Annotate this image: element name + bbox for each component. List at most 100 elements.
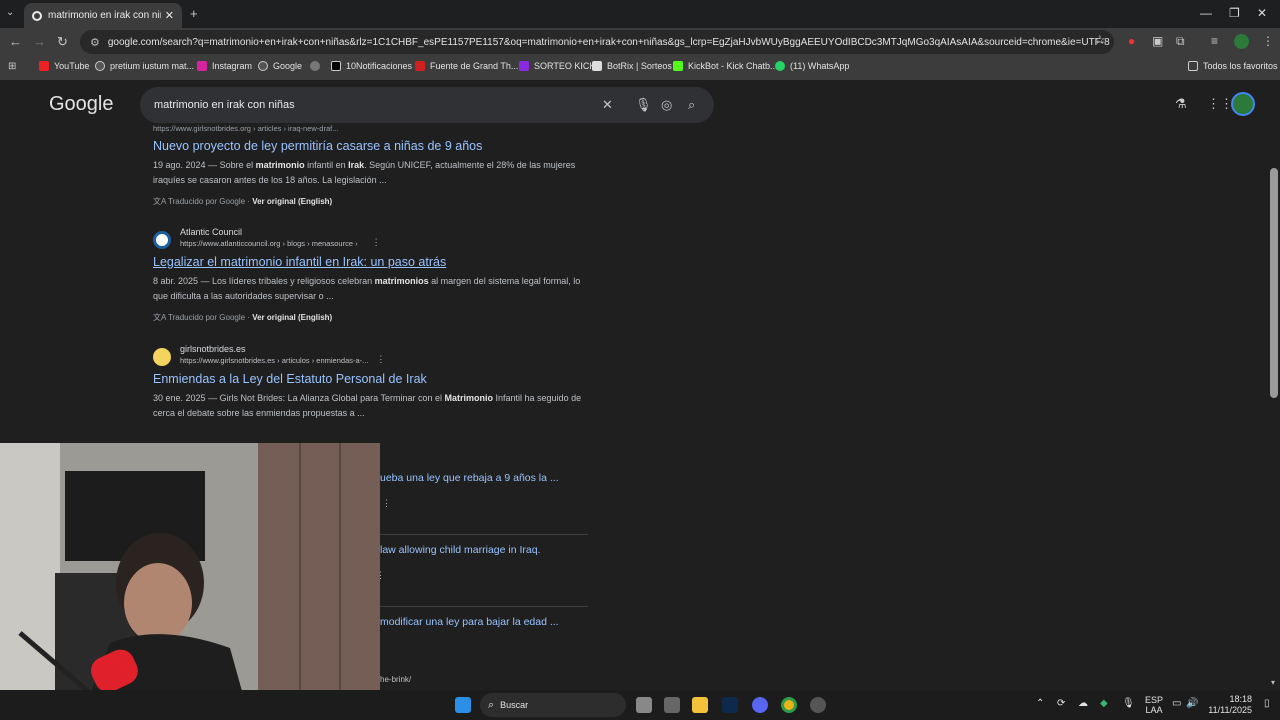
result-source[interactable]: girlsnotbrides.es https://www.girlsnotbr… [153, 344, 593, 366]
notifications-icon[interactable]: ▯ [1264, 698, 1270, 709]
discord-icon[interactable] [752, 697, 768, 713]
search-result: Atlantic Council https://www.atlanticcou… [153, 227, 593, 323]
url-text: google.com/search?q=matrimonio+en+irak+c… [107, 36, 1110, 48]
search-query: matrimonio en irak con niñas [154, 99, 295, 111]
result-url: he-brink/ [380, 675, 412, 684]
scrollbar[interactable] [1270, 168, 1278, 398]
girlsnotbrides-favicon-icon [153, 348, 171, 366]
result-source[interactable]: Atlantic Council https://www.atlanticcou… [153, 227, 593, 249]
translated-note: 文A Traducido por Google · Ver original (… [153, 313, 333, 322]
result-snippet: 19 ago. 2024 — Sobre el matrimonio infan… [153, 160, 576, 185]
result-url: https://www.girlsnotbrides.org › article… [153, 124, 339, 133]
tab-active[interactable]: matrimonio en irak con niñas · ✕ [24, 3, 182, 28]
forward-icon[interactable]: → [33, 34, 46, 49]
bookmarks-bar: ⊞ YouTube pretium iustum mat... Instagra… [0, 56, 1280, 80]
divider [380, 606, 588, 607]
bookmark-star-icon[interactable]: ☆ [1094, 32, 1106, 48]
close-window-icon[interactable]: ✕ [1257, 6, 1267, 20]
tab-search-icon[interactable]: ⌄ [6, 7, 14, 18]
search-icon: ⌕ [488, 698, 495, 711]
result-title-link[interactable]: modificar una ley para bajar la edad ... [380, 616, 559, 628]
more-options-icon[interactable]: ⋮ [382, 498, 391, 509]
restore-icon[interactable]: ❐ [1229, 6, 1240, 20]
atlantic-council-favicon-icon [153, 231, 171, 249]
tab-title: matrimonio en irak con niñas · [48, 10, 161, 21]
app-icon[interactable] [664, 697, 680, 713]
minimize-icon[interactable]: — [1200, 6, 1212, 20]
search-result: https://www.girlsnotbrides.org › article… [153, 122, 593, 207]
file-explorer-icon[interactable] [692, 697, 708, 713]
show-hidden-icons-icon[interactable]: ⌃ [1036, 698, 1044, 709]
photoshop-icon[interactable] [722, 697, 738, 713]
scroll-down-icon[interactable]: ▾ [1271, 678, 1275, 687]
bookmark-sorteo-kick[interactable]: SORTEO KICK [519, 61, 595, 71]
result-title-link[interactable]: Legalizar el matrimonio infantil en Irak… [153, 255, 593, 269]
task-view-icon[interactable] [636, 697, 652, 713]
back-icon[interactable]: ← [9, 34, 22, 49]
microphone-icon[interactable]: 🎙 [635, 97, 652, 113]
more-options-icon[interactable]: ⋮ [376, 354, 385, 365]
clock[interactable]: 18:18 11/11/2025 [1208, 694, 1252, 716]
toolbar: ← → ↻ ⚙ google.com/search?q=matrimonio+e… [0, 28, 1280, 56]
translated-note: 文A Traducido por Google · Ver original (… [153, 197, 333, 206]
google-logo[interactable]: Google [49, 93, 114, 116]
bookmark-globe[interactable] [310, 61, 325, 71]
display-icon[interactable]: ▭ [1172, 698, 1181, 709]
translate-icon: 文A [153, 197, 168, 206]
bookmark-instagram[interactable]: Instagram [197, 61, 252, 71]
chrome-icon[interactable] [781, 697, 797, 713]
profile-avatar[interactable] [1234, 34, 1249, 49]
webcam-image [0, 443, 380, 720]
bookmark-pretium[interactable]: pretium iustum mat... [95, 61, 194, 71]
language-indicator[interactable]: ESP LAA [1145, 695, 1163, 715]
divider [380, 534, 588, 535]
cloud-icon[interactable]: ☁ [1078, 698, 1088, 709]
search-icon[interactable]: ⌕ [688, 97, 695, 113]
result-snippet: 8 abr. 2025 — Los líderes tribales y rel… [153, 276, 581, 301]
labs-flask-icon[interactable]: ⚗ [1175, 96, 1187, 112]
result-site-name: Atlantic Council [180, 227, 243, 237]
search-input[interactable]: matrimonio en irak con niñas [140, 87, 714, 123]
windows-start-icon[interactable] [455, 697, 471, 713]
clear-icon[interactable]: ✕ [602, 97, 613, 113]
extension-icon[interactable]: ▣ [1152, 34, 1163, 48]
menu-icon[interactable]: ⋮ [1262, 34, 1274, 48]
close-tab-icon[interactable]: ✕ [165, 9, 174, 22]
google-apps-icon[interactable]: ⋮⋮ [1207, 96, 1233, 112]
microphone-icon[interactable]: 🎙 [1122, 698, 1135, 709]
bookmark-botrix[interactable]: BotRix | Sorteos [592, 61, 672, 71]
more-options-icon[interactable]: ⋮ [372, 237, 381, 248]
result-title-link[interactable]: Enmiendas a la Ley del Estatuto Personal… [153, 372, 593, 386]
result-title-link[interactable]: law allowing child marriage in Iraq. [380, 544, 541, 556]
apps-grid-icon[interactable]: ⊞ [8, 61, 16, 72]
app-icon[interactable] [810, 697, 826, 713]
result-title-link[interactable]: ueba una ley que rebaja a 9 años la ... [380, 472, 559, 484]
view-original-link[interactable]: Ver original (English) [252, 197, 332, 206]
site-info-icon[interactable]: ⚙ [90, 36, 100, 49]
bookmark-grand-theft[interactable]: Fuente de Grand Th... [415, 61, 518, 71]
bookmark-whatsapp[interactable]: (11) WhatsApp [775, 61, 849, 71]
bookmark-kickbot[interactable]: KickBot - Kick Chatb... [673, 61, 778, 71]
taskbar: ⌕ Buscar ⌃ ⟳ ☁ ◆ 🎙 ESP LAA ▭ 🔊 18:18 11/… [0, 690, 1280, 720]
taskbar-search[interactable]: ⌕ Buscar [480, 693, 626, 717]
extension-red-icon[interactable]: ● [1128, 34, 1135, 48]
lens-icon[interactable]: ◎ [661, 97, 672, 113]
bookmark-google[interactable]: Google [258, 61, 302, 71]
result-url: https://www.atlanticcouncil.org › blogs … [180, 239, 358, 248]
security-icon[interactable]: ◆ [1100, 698, 1108, 709]
view-original-link[interactable]: Ver original (English) [252, 313, 332, 322]
tray-icon[interactable]: ⟳ [1057, 698, 1065, 709]
reload-icon[interactable]: ↻ [57, 34, 68, 50]
new-tab-icon[interactable]: + [190, 6, 198, 21]
all-bookmarks[interactable]: Todos los favoritos [1188, 61, 1278, 71]
media-icon[interactable]: ≡ [1211, 34, 1218, 48]
address-bar[interactable]: ⚙ google.com/search?q=matrimonio+en+irak… [80, 30, 1114, 54]
translate-icon: 文A [153, 313, 168, 322]
bookmark-x-notificaciones[interactable]: 10Notificaciones [331, 61, 412, 71]
bookmark-youtube[interactable]: YouTube [39, 61, 89, 71]
account-avatar[interactable] [1231, 92, 1255, 116]
volume-icon[interactable]: 🔊 [1186, 698, 1198, 709]
result-title-link[interactable]: Nuevo proyecto de ley permitiría casarse… [153, 139, 593, 153]
extensions-puzzle-icon[interactable]: ⧉ [1176, 34, 1185, 49]
result-site-name: girlsnotbrides.es [180, 344, 246, 354]
